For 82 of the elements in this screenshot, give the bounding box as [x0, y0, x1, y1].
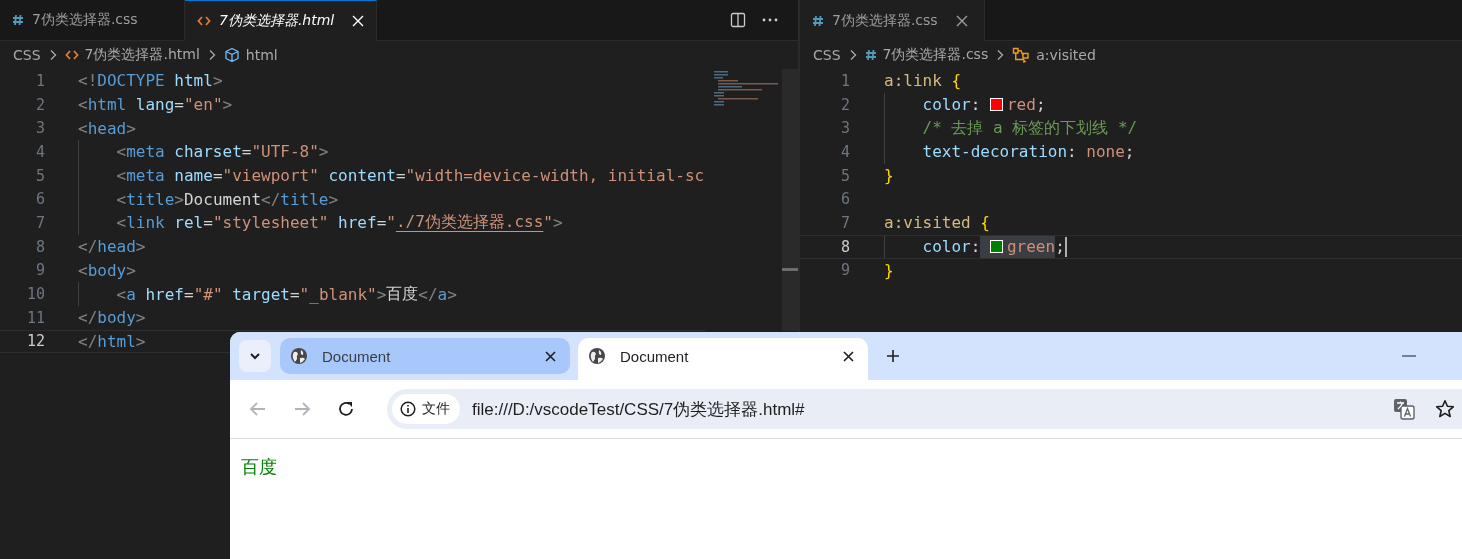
- breadcrumb-item[interactable]: 7伪类选择器.html: [84, 46, 200, 64]
- address-bar[interactable]: 文件 file:///D:/vscodeTest/CSS/7伪类选择器.html#: [387, 389, 1462, 429]
- browser-tab[interactable]: Document: [280, 338, 570, 374]
- line-number: 9: [839, 261, 850, 280]
- url-text: file:///D:/vscodeTest/CSS/7伪类选择器.html#: [472, 398, 805, 421]
- scrollbar[interactable]: [782, 69, 798, 331]
- translate-icon[interactable]: [1393, 398, 1415, 420]
- split-editor-icon[interactable]: [730, 12, 746, 28]
- code-line: }: [884, 165, 894, 188]
- line-number: 3: [34, 119, 45, 138]
- line-number: 6: [34, 190, 45, 209]
- breadcrumb-item[interactable]: a:visited: [1036, 47, 1096, 63]
- code-line: <html lang="en">: [78, 94, 233, 117]
- line-number: 8: [34, 237, 45, 256]
- close-icon[interactable]: [843, 350, 854, 362]
- code-line: color: green;: [884, 235, 1067, 258]
- symbol-structure-icon: [1012, 47, 1031, 63]
- code-line: }: [884, 259, 894, 282]
- code-line: <a href="#" target="_blank">百度</a>: [78, 282, 457, 306]
- line-number: 12: [25, 332, 45, 351]
- code-line: color: red;: [884, 92, 1046, 117]
- editor-tab[interactable]: 7伪类选择器.css: [800, 0, 985, 41]
- line-number: 5: [839, 166, 850, 185]
- line-number: 7: [839, 213, 850, 232]
- chevron-icon: [207, 49, 216, 61]
- line-number: 1: [839, 71, 850, 90]
- hash-icon: [812, 14, 824, 27]
- code-line: <link rel="stylesheet" href="./7伪类选择器.css">: [78, 211, 563, 235]
- site-info-button[interactable]: 文件: [392, 394, 460, 424]
- line-number: 11: [25, 308, 45, 327]
- new-tab-icon[interactable]: [886, 349, 900, 363]
- code-line: <meta name="viewport" content="width=device-width, initial-sc: [78, 163, 705, 188]
- chevron-icon: [996, 49, 1005, 61]
- code-brackets-icon: [64, 49, 79, 61]
- chevron-icon: [48, 49, 57, 61]
- chevron-icon: [848, 49, 857, 61]
- globe-icon: [588, 347, 606, 365]
- breadcrumb-item[interactable]: CSS: [13, 47, 41, 63]
- code-line: </html>: [78, 330, 146, 353]
- hash-icon: [12, 14, 24, 26]
- color-swatch[interactable]: [989, 98, 1003, 112]
- line-number: 6: [839, 190, 850, 209]
- reload-icon[interactable]: [337, 400, 355, 418]
- chevron-down-icon: [249, 352, 261, 360]
- tab-search-button[interactable]: [239, 340, 271, 372]
- code-line: text-decoration: none;: [884, 140, 1135, 164]
- line-number: 2: [839, 95, 850, 114]
- line-number: 2: [34, 95, 45, 114]
- line-number: 4: [34, 142, 45, 161]
- cube-icon: [223, 47, 240, 63]
- globe-icon: [290, 347, 308, 365]
- more-icon[interactable]: [762, 18, 778, 22]
- code-line: </body>: [78, 307, 146, 330]
- code-line: a:visited {: [884, 212, 990, 235]
- line-number: 4: [839, 142, 850, 161]
- code-line: a:link {: [884, 70, 962, 93]
- breadcrumb-item[interactable]: html: [245, 47, 278, 63]
- star-icon[interactable]: [1435, 399, 1455, 419]
- editor-tab[interactable]: 7伪类选择器.html: [185, 0, 378, 41]
- line-number: 10: [25, 285, 45, 304]
- breadcrumb-item[interactable]: 7伪类选择器.css: [882, 46, 989, 64]
- close-icon[interactable]: [545, 350, 556, 362]
- line-number: 1: [34, 71, 45, 90]
- code-brackets-icon: [197, 15, 211, 27]
- color-swatch[interactable]: [989, 240, 1003, 254]
- breadcrumb-item[interactable]: CSS: [813, 47, 841, 63]
- page-link[interactable]: 百度: [241, 456, 277, 477]
- line-number: 5: [34, 166, 45, 185]
- info-icon: [400, 401, 416, 417]
- code-line: </head>: [78, 236, 146, 259]
- code-line: <body>: [78, 259, 136, 282]
- line-number: 9: [34, 261, 45, 280]
- code-line: <title>Document</title>: [78, 187, 339, 212]
- code-line: <head>: [78, 117, 136, 140]
- code-line: /* 去掉 a 标签的下划线 */: [884, 116, 1138, 141]
- code-line: <!DOCTYPE html>: [78, 70, 223, 93]
- close-icon[interactable]: [955, 14, 968, 27]
- line-number: 8: [839, 237, 850, 256]
- line-number: 3: [839, 119, 850, 138]
- code-line: <meta charset="UTF-8">: [78, 140, 329, 164]
- line-number: 7: [34, 213, 45, 232]
- hash-icon: [864, 49, 877, 61]
